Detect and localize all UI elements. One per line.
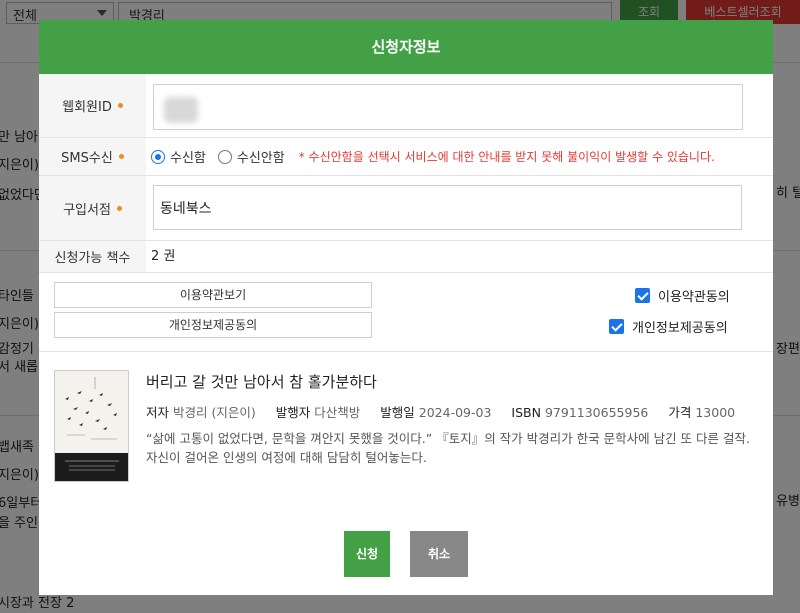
store-label: 구입서점 (39, 176, 146, 240)
required-dot-icon (118, 154, 124, 159)
required-dot-icon (117, 103, 123, 108)
price-key: 가격 (668, 405, 692, 420)
web-id-row: 웹회원ID (39, 74, 773, 138)
price-value: 13000 (695, 405, 736, 420)
isbn-value: 9791130655956 (544, 405, 649, 420)
book-cover-illustration (55, 371, 128, 481)
checkbox-checked-icon[interactable] (609, 319, 624, 334)
date-value: 2024-09-03 (418, 405, 492, 420)
privacy-agree-checkbox[interactable]: 개인정보제공동의 (609, 317, 728, 336)
date-key: 발행일 (380, 405, 415, 420)
terms-agree-label: 이용약관동의 (658, 290, 730, 305)
divider (39, 351, 773, 352)
apply-button[interactable]: 신청 (344, 531, 390, 577)
store-input[interactable]: 동네북스 (153, 185, 742, 230)
sms-row: SMS수신 수신함 수신안함 * 수신안함을 선택시 서비스에 대한 안내를 받… (39, 138, 773, 176)
radio-selected-icon[interactable] (151, 149, 165, 164)
author-key: 저자 (146, 405, 170, 420)
store-value: 동네북스 (160, 200, 212, 217)
web-id-label: 웹회원ID (39, 74, 146, 137)
checkbox-checked-icon[interactable] (635, 288, 650, 303)
publisher-value: 다산책방 (314, 405, 361, 420)
store-label-text: 구입서점 (63, 202, 111, 218)
author-value: 박경리 (지은이) (173, 405, 256, 420)
privacy-view-button[interactable]: 개인정보제공동의 (54, 312, 372, 338)
sms-option-label: 수신안함 (236, 151, 285, 166)
redacted-value-blur (164, 97, 198, 123)
book-cover-image (54, 370, 129, 482)
radio-unselected-icon[interactable] (217, 149, 232, 164)
terms-view-button[interactable]: 이용약관보기 (54, 282, 372, 308)
sms-radio-group: 수신함 수신안함 * 수신안함을 선택시 서비스에 대한 안내를 받지 못해 불… (151, 138, 715, 175)
sms-notice: * 수신안함을 선택시 서비스에 대한 안내를 받지 못해 불이익이 발생할 수… (298, 150, 715, 164)
sms-radio-receive[interactable]: 수신함 (151, 147, 206, 166)
privacy-agree-label: 개인정보제공동의 (632, 321, 728, 336)
applicant-info-modal: 신청자정보 웹회원ID SMS수신 수신함 수신안함 * 수신안함을 선택시 서… (39, 20, 773, 595)
available-books-label: 신청가능 책수 (39, 241, 146, 272)
isbn-key: ISBN (511, 405, 541, 420)
sms-label: SMS수신 (39, 138, 146, 175)
required-dot-icon (116, 205, 122, 211)
book-meta: 저자 박경리 (지은이) 발행자 다산책방 발행일 2024-09-03 ISBN 97… (146, 402, 751, 421)
publisher-key: 발행자 (275, 405, 311, 420)
store-row: 구입서점 동네북스 (39, 176, 773, 241)
book-title: 버리고 갈 것만 남아서 참 홀가분하다 (146, 373, 377, 391)
available-books-row: 신청가능 책수 2 권 (39, 241, 773, 273)
modal-title: 신청자정보 (39, 20, 773, 74)
available-books-value: 2 권 (151, 249, 176, 264)
sms-radio-decline[interactable]: 수신안함 (217, 147, 285, 166)
sms-option-label: 수신함 (170, 151, 206, 166)
book-description: “삶에 고통이 없었다면, 문학을 껴안지 못했을 것이다.” 『토지』의 작가… (146, 431, 750, 465)
sms-label-text: SMS수신 (61, 151, 113, 166)
web-id-input[interactable] (153, 84, 743, 130)
terms-agree-checkbox[interactable]: 이용약관동의 (635, 286, 730, 305)
web-id-label-text: 웹회원ID (62, 100, 112, 115)
cancel-button[interactable]: 취소 (410, 531, 468, 577)
